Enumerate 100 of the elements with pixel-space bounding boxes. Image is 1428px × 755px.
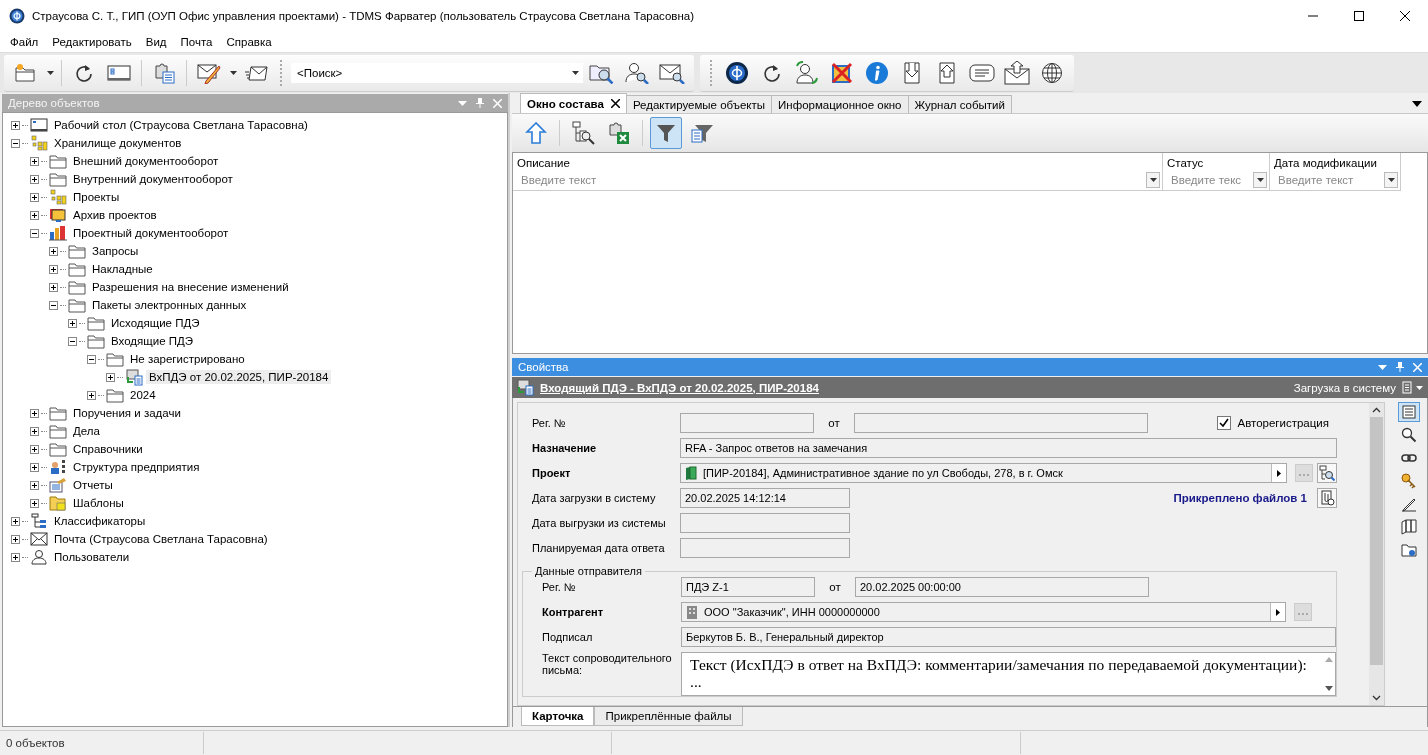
tab[interactable]: Журнал событий <box>907 95 1012 113</box>
card-title-link[interactable]: Входящий ПДЭ - ВхПДЭ от 20.02.2025, ПИР-20184 <box>540 381 819 394</box>
tree-item[interactable]: Исходящие ПДЭ <box>108 316 203 330</box>
dropdown-icon[interactable] <box>1412 100 1422 107</box>
field[interactable]: ПДЭ Z-1 <box>681 577 815 597</box>
arrow-right-icon[interactable] <box>1277 469 1281 477</box>
scroll-down-icon[interactable] <box>1372 695 1381 701</box>
dropdown-button[interactable] <box>1384 172 1398 188</box>
tab[interactable]: Карточка <box>521 707 595 726</box>
expand-icon[interactable] <box>11 120 20 130</box>
collapse-icon[interactable] <box>68 336 77 346</box>
tree-item[interactable]: Проекты <box>70 190 123 204</box>
pin-icon[interactable] <box>1396 362 1404 372</box>
tree-item[interactable]: Справочники <box>70 442 146 456</box>
attach-button[interactable] <box>1317 488 1337 508</box>
tree-item[interactable]: ВхПДЭ от 20.02.2025, ПИР-20184 <box>146 370 332 384</box>
filter-button[interactable] <box>650 117 682 149</box>
expand-icon[interactable] <box>49 264 58 274</box>
field[interactable] <box>854 413 1148 433</box>
expand-icon[interactable] <box>106 372 115 382</box>
close-icon[interactable] <box>610 99 620 108</box>
dropdown-button[interactable] <box>1146 172 1160 188</box>
collapse-icon[interactable] <box>30 228 39 238</box>
tree-item[interactable]: Накладные <box>89 262 156 276</box>
expand-icon[interactable] <box>11 534 20 544</box>
tree-item[interactable]: Пользователи <box>51 550 133 564</box>
checkbox-label[interactable]: Авторегистрация <box>1237 417 1329 429</box>
expand-icon[interactable] <box>30 156 39 166</box>
dropdown-button[interactable] <box>1253 172 1267 188</box>
tree-item[interactable]: Разрешения на внесение изменений <box>89 280 292 294</box>
tree-item[interactable]: Внутренний документооборот <box>70 172 236 186</box>
expand-icon[interactable] <box>49 282 58 292</box>
expand-icon[interactable] <box>30 498 39 508</box>
menu-item[interactable]: Файл <box>3 34 46 50</box>
scrollbar[interactable] <box>1369 403 1384 705</box>
tree-item[interactable]: Поручения и задачи <box>70 406 184 420</box>
column-header[interactable]: Дата модификации <box>1274 157 1398 169</box>
tab[interactable]: Окно состава <box>520 93 627 113</box>
tree-item[interactable]: Отчеты <box>70 478 116 492</box>
expand-icon[interactable] <box>30 444 39 454</box>
expand-icon[interactable] <box>68 318 77 328</box>
expand-icon[interactable] <box>30 462 39 472</box>
tree-search-button[interactable] <box>1317 463 1337 483</box>
scroll-up-icon[interactable] <box>1372 407 1381 413</box>
date-field[interactable] <box>680 513 850 533</box>
tree-item[interactable]: Рабочий стол (Страусова Светлана Тарасовна) <box>51 118 311 132</box>
menu-item[interactable]: Вид <box>138 34 174 50</box>
expand-icon[interactable] <box>30 192 39 202</box>
collapse-icon[interactable] <box>87 354 96 364</box>
field[interactable]: Беркутов Б. В., Генеральный директор <box>681 627 1336 647</box>
tree-item[interactable]: Классификаторы <box>51 514 149 528</box>
tree-item[interactable]: Шаблоны <box>70 496 127 510</box>
date-field[interactable] <box>680 538 850 558</box>
tree-item[interactable]: Хранилище документов <box>51 136 185 150</box>
expand-icon[interactable] <box>30 426 39 436</box>
tool-button[interactable] <box>1398 517 1420 537</box>
expand-icon[interactable] <box>11 552 20 562</box>
menu-item[interactable]: Редактировать <box>45 34 139 50</box>
scroll-down-icon[interactable] <box>1325 686 1333 691</box>
tree-item[interactable]: Входящие ПДЭ <box>108 334 197 348</box>
arrow-right-icon[interactable] <box>1276 608 1280 616</box>
expand-icon[interactable] <box>87 390 96 400</box>
reference-field[interactable]: ООО "Заказчик", ИНН 0000000000 <box>681 602 1286 622</box>
menu-item[interactable]: Справка <box>219 34 279 50</box>
collapse-icon[interactable] <box>11 138 20 148</box>
expand-icon[interactable] <box>30 480 39 490</box>
field-label: Дата выгрузки из системы <box>532 517 667 529</box>
menu-item[interactable]: Почта <box>173 34 220 50</box>
tab[interactable]: Информационное окно <box>771 95 909 113</box>
field[interactable]: RFA - Запрос ответов на замечания <box>680 438 1337 458</box>
expand-icon[interactable] <box>49 246 58 256</box>
collapse-icon[interactable] <box>49 300 58 310</box>
tree-item[interactable]: Архив проектов <box>70 208 160 222</box>
expand-icon[interactable] <box>11 516 20 526</box>
expand-icon[interactable] <box>30 408 39 418</box>
tree-item[interactable]: Почта (Страусова Светлана Тарасовна) <box>51 532 271 546</box>
expand-icon[interactable] <box>30 210 39 220</box>
tree-item[interactable]: Проектный документооборот <box>70 226 232 240</box>
date-field[interactable]: 20.02.2025 14:12:14 <box>680 488 850 508</box>
column-header[interactable]: Статус <box>1167 157 1267 169</box>
search-combobox[interactable]: <Поиск> <box>291 62 583 83</box>
field-label: Рег. № <box>542 581 577 593</box>
expand-icon[interactable] <box>30 174 39 184</box>
field[interactable] <box>680 413 814 433</box>
checkbox[interactable] <box>1217 416 1232 430</box>
document-menu-icon[interactable] <box>1402 380 1424 395</box>
tree-item[interactable]: Внешний документооборот <box>70 154 222 168</box>
tab[interactable]: Прикреплённые файлы <box>594 707 743 726</box>
field[interactable]: 20.02.2025 00:00:00 <box>855 577 1149 597</box>
reference-field[interactable]: [ПИР-20184], Административное здание по ул Свободы, 278, в г. Омск <box>680 463 1287 483</box>
attached-files-link[interactable]: Прикреплено файлов 1 <box>1173 492 1307 504</box>
tree-item[interactable]: Дела <box>70 424 103 438</box>
tree-item[interactable]: Пакеты электронных данных <box>89 298 250 312</box>
tree-item[interactable]: 2024 <box>127 388 159 402</box>
tree-item[interactable]: Запросы <box>89 244 142 258</box>
tree-item[interactable]: Не зарегистрировано <box>127 352 248 366</box>
tree-item[interactable]: Структура предприятия <box>70 460 203 474</box>
text-area[interactable]: Текст (ИсхПДЭ в ответ на ВхПДЭ: комментарии/замечания по передаваемой документации): ... <box>681 652 1336 696</box>
tab[interactable]: Редактируемые объекты <box>625 95 773 113</box>
column-header[interactable]: Описание <box>517 157 1160 169</box>
